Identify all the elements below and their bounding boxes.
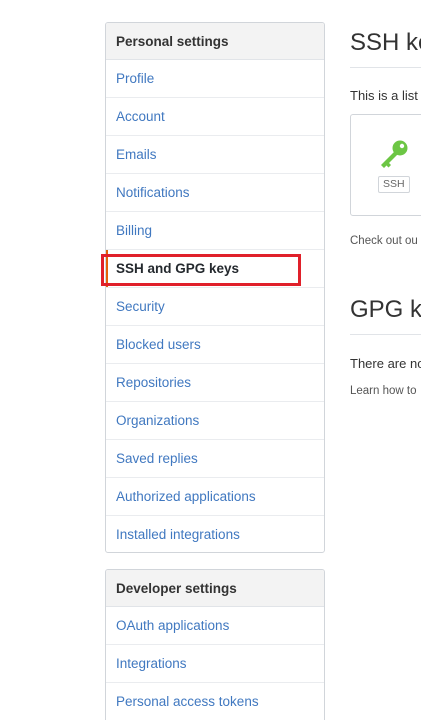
personal-settings-heading: Personal settings: [106, 23, 324, 60]
menu-item-integrations[interactable]: Integrations: [106, 645, 324, 683]
menu-item-oauth-applications[interactable]: OAuth applications: [106, 607, 324, 645]
menu-item-emails[interactable]: Emails: [106, 136, 324, 174]
gpg-section-footnote[interactable]: Learn how to: [350, 385, 417, 397]
menu-item-security[interactable]: Security: [106, 288, 324, 326]
gpg-section-divider: [350, 334, 421, 335]
menu-item-account[interactable]: Account: [106, 98, 324, 136]
personal-settings-menu: Personal settings Profile Account Emails…: [105, 22, 325, 553]
menu-item-profile[interactable]: Profile: [106, 60, 324, 98]
menu-item-authorized-applications[interactable]: Authorized applications: [106, 478, 324, 516]
ssh-section-footnote[interactable]: Check out ou: [350, 235, 418, 247]
ssh-section-title: SSH ke: [350, 29, 421, 56]
menu-item-saved-replies[interactable]: Saved replies: [106, 440, 324, 478]
menu-item-organizations[interactable]: Organizations: [106, 402, 324, 440]
gpg-section-description: There are no: [350, 356, 421, 371]
menu-item-billing[interactable]: Billing: [106, 212, 324, 250]
ssh-section-divider: [350, 67, 421, 68]
menu-item-personal-access-tokens[interactable]: Personal access tokens: [106, 683, 324, 720]
gpg-section-title: GPG ke: [350, 296, 421, 323]
developer-settings-menu: Developer settings OAuth applications In…: [105, 569, 325, 720]
menu-item-installed-integrations[interactable]: Installed integrations: [106, 516, 324, 552]
ssh-key-item: SSH: [350, 114, 421, 216]
developer-settings-heading: Developer settings: [106, 570, 324, 607]
ssh-key-type-label: SSH: [378, 176, 410, 193]
ssh-section-description: This is a list: [350, 88, 418, 103]
key-icon: [381, 140, 408, 168]
menu-item-ssh-gpg-keys[interactable]: SSH and GPG keys: [106, 250, 324, 288]
menu-item-repositories[interactable]: Repositories: [106, 364, 324, 402]
menu-item-blocked-users[interactable]: Blocked users: [106, 326, 324, 364]
menu-item-notifications[interactable]: Notifications: [106, 174, 324, 212]
